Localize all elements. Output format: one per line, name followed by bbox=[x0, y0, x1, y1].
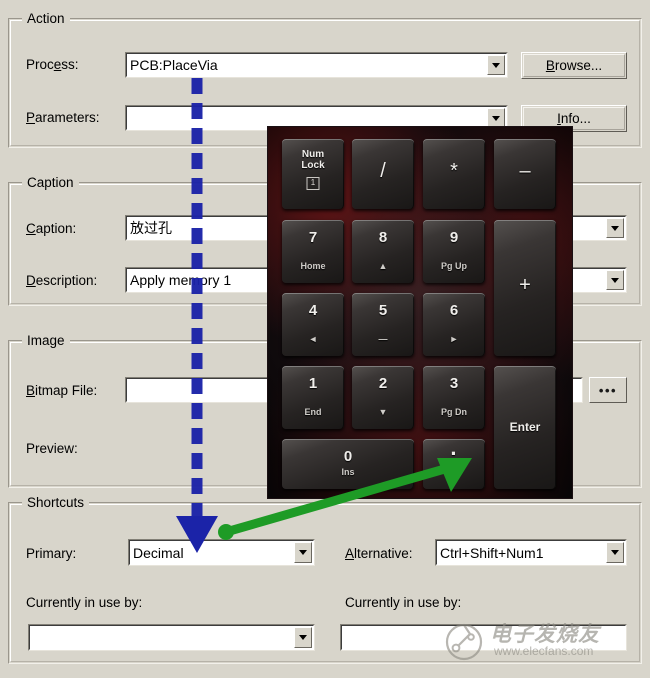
numlock-indicator-icon: 1 bbox=[306, 177, 320, 190]
primary-shortcut-value: Decimal bbox=[133, 544, 184, 561]
numpad-key-label: 5 bbox=[378, 302, 388, 319]
caption-field-label: Caption: bbox=[26, 221, 77, 236]
numpad-key-sublabel: ◄ bbox=[308, 334, 318, 344]
numpad-key-label: * bbox=[450, 160, 458, 182]
numpad-key-sublabel: Del bbox=[446, 467, 461, 477]
numpad-key-label: 2 bbox=[378, 375, 388, 392]
numpad-key-label: – bbox=[519, 160, 531, 182]
numpad-key: Num Lock 1 bbox=[282, 139, 344, 209]
numpad-key-sublabel: Ins bbox=[341, 467, 355, 477]
numpad-key-label: 0 bbox=[343, 448, 353, 465]
numpad-key-label: Num Lock bbox=[301, 149, 325, 171]
altium-customize-dialog: Action Process: PCB:PlaceVia Browse... P… bbox=[0, 0, 650, 678]
process-value: PCB:PlaceVia bbox=[130, 57, 218, 73]
numpad-key: 9 Pg Up bbox=[423, 220, 485, 283]
caption-dropdown-arrow-icon[interactable] bbox=[606, 218, 624, 238]
numpad-key-label: 7 bbox=[308, 229, 318, 246]
numpad-key: 0 Ins bbox=[282, 439, 414, 489]
process-dropdown-arrow-icon[interactable] bbox=[487, 55, 505, 75]
numpad-key-sublabel: Pg Dn bbox=[441, 407, 467, 417]
numpad-key-sublabel: — bbox=[378, 334, 388, 344]
numpad-key-sublabel: ► bbox=[449, 334, 459, 344]
alternative-shortcut-combobox[interactable]: Ctrl+Shift+Num1 bbox=[435, 539, 627, 566]
numpad-key-label: 1 bbox=[308, 375, 318, 392]
action-group-title: Action bbox=[22, 11, 70, 26]
browse-button-label: Browse... bbox=[545, 58, 603, 73]
numpad-key-label: · bbox=[450, 441, 458, 466]
parameters-label: Parameters: bbox=[26, 110, 100, 125]
numpad-key: + bbox=[494, 220, 556, 356]
numpad-key: / bbox=[352, 139, 414, 209]
primary-dropdown-arrow-icon[interactable] bbox=[294, 542, 312, 563]
alternative-in-use-label: Currently in use by: bbox=[345, 595, 462, 610]
primary-in-use-combobox[interactable] bbox=[28, 624, 315, 651]
description-dropdown-arrow-icon[interactable] bbox=[606, 270, 624, 290]
numpad-key-label: + bbox=[519, 274, 531, 296]
primary-label: Primary: bbox=[26, 546, 77, 561]
primary-shortcut-combobox[interactable]: Decimal bbox=[128, 539, 315, 566]
caption-group-title: Caption bbox=[22, 175, 79, 190]
numpad-key: Enter bbox=[494, 366, 556, 489]
parameters-dropdown-arrow-icon[interactable] bbox=[487, 108, 505, 128]
field-bevel bbox=[29, 625, 314, 650]
field-bevel bbox=[341, 625, 626, 650]
numpad-key-sublabel: Pg Up bbox=[441, 261, 467, 271]
numpad-key-sublabel: ▲ bbox=[378, 261, 388, 271]
numpad-key: 8 ▲ bbox=[352, 220, 414, 283]
browse-button[interactable]: Browse... bbox=[521, 52, 627, 79]
bitmap-browse-ellipsis-button[interactable]: ••• bbox=[589, 377, 627, 403]
numpad-key-label: 8 bbox=[378, 229, 388, 246]
primary-in-use-label: Currently in use by: bbox=[26, 595, 143, 610]
process-label: Process: bbox=[26, 57, 79, 72]
shortcuts-group-title: Shortcuts bbox=[22, 495, 90, 510]
bitmap-file-label: Bitmap File: bbox=[26, 383, 98, 398]
info-button-label: Info... bbox=[557, 111, 591, 126]
numpad-key: 7 Home bbox=[282, 220, 344, 283]
numpad-key-label: 4 bbox=[308, 302, 318, 319]
numpad-key: * bbox=[423, 139, 485, 209]
alternative-label: Alternative: bbox=[345, 546, 413, 561]
caption-value: 放过孔 bbox=[130, 220, 172, 236]
alternative-dropdown-arrow-icon[interactable] bbox=[606, 542, 624, 563]
description-value: Apply memory 1 bbox=[130, 272, 232, 288]
ellipsis-icon: ••• bbox=[598, 382, 618, 398]
numpad-photo-overlay: Num Lock 1/* –7 Home 8 ▲ 9 Pg Up +4 ◄ 5—6 ► 1 End 2 ▼ 3 Pg… bbox=[268, 127, 572, 498]
numpad-key: 2 ▼ bbox=[352, 366, 414, 429]
numpad-key-label: Enter bbox=[509, 419, 541, 434]
numpad-key-label: 3 bbox=[449, 375, 459, 392]
numpad-key: 5— bbox=[352, 293, 414, 356]
numpad-key: 4 ◄ bbox=[282, 293, 344, 356]
numpad-key: – bbox=[494, 139, 556, 209]
numpad-key: 3 Pg Dn bbox=[423, 366, 485, 429]
process-combobox[interactable]: PCB:PlaceVia bbox=[125, 52, 508, 78]
numpad-key-label: / bbox=[380, 160, 386, 182]
alternative-in-use-combobox[interactable] bbox=[340, 624, 627, 651]
numpad-key-sublabel: Home bbox=[300, 261, 326, 271]
numpad-key: 6 ► bbox=[423, 293, 485, 356]
image-group-title: Image bbox=[22, 333, 70, 348]
description-field-label: Description: bbox=[26, 273, 98, 288]
alternative-shortcut-value: Ctrl+Shift+Num1 bbox=[440, 544, 544, 561]
preview-label: Preview: bbox=[26, 441, 78, 456]
numpad-key-label: 9 bbox=[449, 229, 459, 246]
numpad-key-label: 6 bbox=[449, 302, 459, 319]
primary-in-use-dropdown-arrow-icon[interactable] bbox=[294, 627, 312, 648]
numpad-key: 1 End bbox=[282, 366, 344, 429]
numpad-key-sublabel: End bbox=[304, 407, 322, 417]
numpad-key: · Del bbox=[423, 439, 485, 489]
numpad-key-sublabel: ▼ bbox=[378, 407, 388, 417]
